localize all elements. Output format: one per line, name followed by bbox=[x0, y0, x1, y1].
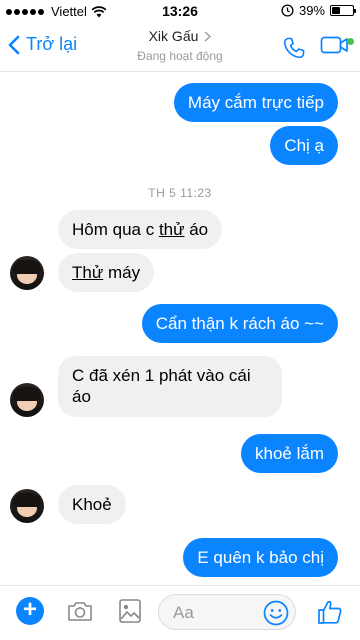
back-label: Trở lại bbox=[26, 34, 78, 54]
message-text-line: áo bbox=[72, 387, 91, 406]
message-timestamp: TH 5 11:23 bbox=[148, 186, 212, 200]
video-call-wrap bbox=[320, 34, 354, 61]
message-bubble-incoming[interactable]: Khoẻ bbox=[58, 485, 126, 524]
phone-icon[interactable] bbox=[282, 36, 306, 60]
message-input[interactable] bbox=[173, 603, 259, 623]
online-indicator bbox=[347, 38, 354, 45]
message-text: Hôm qua c bbox=[72, 220, 159, 239]
contact-avatar[interactable] bbox=[10, 256, 44, 290]
image-icon[interactable] bbox=[118, 598, 142, 624]
message-row-incoming: Khoẻ bbox=[58, 485, 126, 524]
video-icon[interactable] bbox=[320, 34, 350, 56]
message-bubble-outgoing[interactable]: E quên k bảo chị bbox=[183, 538, 338, 577]
back-chevron-icon bbox=[8, 35, 20, 54]
composer-bar: + bbox=[0, 585, 360, 640]
message-bubble-incoming[interactable]: C đã xén 1 phát vào cái áo bbox=[58, 356, 282, 417]
message-text-line: C đã xén 1 phát vào cái bbox=[72, 366, 251, 385]
message-bubble-outgoing[interactable]: Máy cắm trực tiếp bbox=[173, 83, 338, 122]
message-row-incoming: C đã xén 1 phát vào cái áo bbox=[58, 356, 282, 417]
camera-icon[interactable] bbox=[66, 599, 94, 623]
message-row-outgoing: khoẻ lắm bbox=[241, 434, 338, 473]
contact-title[interactable]: Xik Gấu Đang hoạt động bbox=[90, 28, 270, 63]
message-row-incoming: Thử máy bbox=[58, 253, 155, 292]
conversation-header: Trở lại Xik Gấu Đang hoạt động bbox=[0, 22, 360, 72]
message-text-underlined: Thử bbox=[72, 263, 104, 282]
contact-name: Xik Gấu bbox=[148, 28, 199, 44]
emoji-icon[interactable] bbox=[263, 600, 289, 626]
message-row-outgoing: Máy cắm trực tiếp bbox=[173, 83, 338, 122]
header-actions bbox=[282, 34, 354, 61]
contact-status: Đang hoạt động bbox=[137, 49, 223, 63]
status-bar: Viettel 13:26 39% bbox=[0, 0, 360, 22]
message-row-incoming: Hôm qua c thử áo bbox=[58, 210, 223, 249]
battery-percent: 39% bbox=[298, 3, 325, 18]
contact-avatar[interactable] bbox=[10, 383, 44, 417]
message-row-outgoing: Chị ạ bbox=[270, 126, 338, 165]
message-text-underlined: thử bbox=[158, 220, 185, 239]
message-bubble-incoming[interactable]: Hôm qua c thử áo bbox=[58, 210, 223, 249]
thumbs-up-icon[interactable] bbox=[316, 598, 344, 626]
message-bubble-incoming[interactable]: Thử máy bbox=[58, 253, 155, 292]
contact-avatar[interactable] bbox=[10, 489, 44, 523]
message-bubble-outgoing[interactable]: Chị ạ bbox=[270, 126, 338, 165]
message-text: máy bbox=[103, 263, 141, 282]
status-right: 39% bbox=[281, 3, 356, 18]
back-button[interactable]: Trở lại bbox=[8, 34, 77, 55]
message-bubble-outgoing[interactable]: khoẻ lắm bbox=[241, 434, 338, 473]
battery-icon bbox=[330, 5, 356, 16]
alarm-lock-icon bbox=[281, 4, 294, 17]
message-list[interactable]: Máy cắm trực tiếp Chị ạ TH 5 11:23 Hôm q… bbox=[0, 73, 360, 585]
message-row-outgoing: E quên k bảo chị bbox=[183, 538, 338, 577]
plus-icon[interactable]: + bbox=[16, 597, 44, 625]
message-input-container[interactable] bbox=[158, 594, 296, 630]
message-row-outgoing: Cẩn thận k rách áo ~~ bbox=[141, 304, 338, 343]
message-text: áo bbox=[184, 220, 209, 239]
battery-fill bbox=[332, 7, 340, 14]
message-bubble-outgoing[interactable]: Cẩn thận k rách áo ~~ bbox=[141, 304, 338, 343]
chevron-right-icon bbox=[204, 30, 212, 42]
